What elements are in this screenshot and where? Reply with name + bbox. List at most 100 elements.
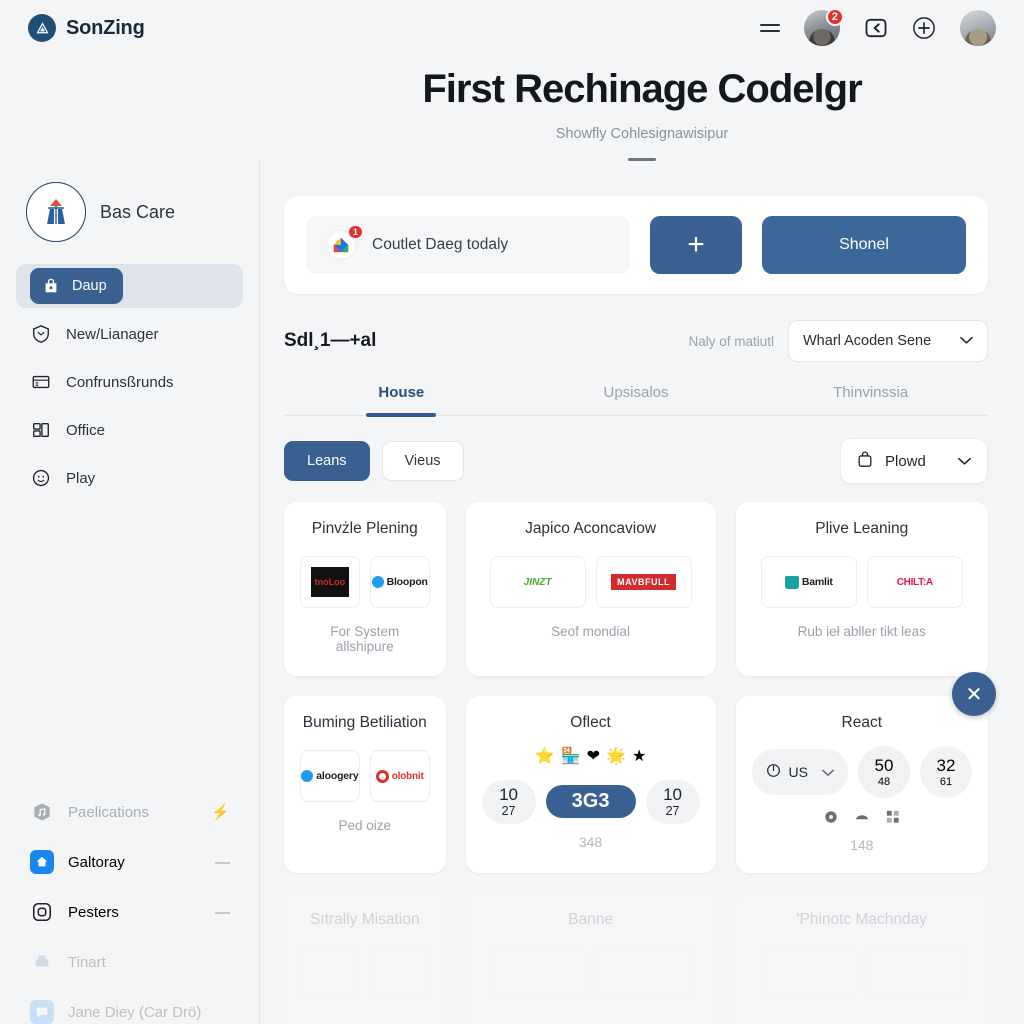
card-phinotc-machnday[interactable]: 'Phinotc Machnday	[735, 893, 988, 1024]
sidebar-item-daup-pill: Daup	[30, 268, 123, 304]
hero: First Rechinage Codelgr Showfly Cohlesig…	[260, 66, 1024, 161]
card-react[interactable]: React US 50 48 32 61 148	[735, 696, 988, 873]
card-footer: Seof mondial	[551, 624, 630, 639]
acoden-sene-select[interactable]: Wharl Acoden Sene	[788, 320, 988, 362]
select-value: Wharl Acoden Sene	[803, 333, 932, 349]
tab-thinvinssia[interactable]: Thinvinssia	[753, 384, 988, 415]
logo-text: Bloopon	[386, 576, 428, 588]
pill-value: 10	[663, 785, 682, 804]
hamburger-menu-icon[interactable]	[760, 24, 780, 32]
chat-icon	[30, 1000, 54, 1024]
search-input[interactable]: 1 Coutlet Daeg todaly	[306, 216, 630, 274]
donut-icon[interactable]	[824, 810, 838, 827]
sidebar-item-play[interactable]: Play	[16, 456, 243, 500]
card-banne[interactable]: Banne	[465, 893, 716, 1024]
workspace-switcher[interactable]: Bas Care	[16, 182, 243, 242]
window-panel-icon	[30, 371, 52, 393]
card-logos	[482, 947, 700, 999]
collapse-panel-icon[interactable]	[864, 16, 888, 40]
home-blue-icon	[30, 850, 54, 874]
card-sitrally-misation[interactable]: Sıtrally Misation	[284, 893, 446, 1024]
card-title: 'Phinotc Machnday	[796, 911, 928, 928]
card-oflect[interactable]: Oflect ⭐ 🏪 ❤ 🌟 ★ 10 27 3G3 10 27 348	[465, 696, 716, 873]
card-logos	[300, 947, 430, 999]
notifications-avatar[interactable]: 2	[804, 8, 844, 46]
lock-bag-icon	[40, 275, 62, 297]
stat-circle-1[interactable]: 50 48	[858, 746, 910, 798]
logo-text: JINZT	[523, 576, 552, 588]
chiltra-logo: CHILT:A	[866, 556, 963, 608]
star-icon-4: 🌟	[606, 748, 626, 765]
logo-text: CHILT:A	[896, 576, 933, 588]
shonel-button[interactable]: Shonel	[762, 216, 966, 274]
bridge-crest-logo-icon	[26, 182, 86, 242]
sidebar-item-label: Pesters	[68, 903, 119, 921]
star-icon-5: ★	[631, 748, 647, 765]
section-header: Sdl¸1—+al Naly of matiutl Wharl Acoden S…	[284, 320, 988, 362]
rating-pills: 10 27 3G3 10 27	[481, 780, 700, 824]
sidebar-item-label: Tinart	[68, 953, 106, 971]
sidebar-item-label: New/Lianager	[66, 325, 159, 343]
tab-house[interactable]: House	[284, 384, 519, 415]
sidebar-item-new-lianager[interactable]: New/Lianager	[16, 312, 243, 356]
card-footer: Rub ieł abller tikt leas	[797, 624, 926, 639]
sidebar-item-label: Office	[66, 421, 105, 439]
workspace-name: Bas Care	[100, 201, 176, 222]
filter-chip-vieus[interactable]: Vieus	[381, 441, 464, 481]
pill-right[interactable]: 10 27	[645, 780, 700, 824]
sidebar-item-label: Daup	[72, 278, 107, 294]
sidebar-item-confrunsbrunds[interactable]: Confrunsßrunds	[16, 360, 243, 404]
dark-square-logo: tnoLoo	[300, 556, 360, 608]
add-button[interactable]: +	[650, 216, 742, 274]
minus-icon: —	[215, 853, 230, 871]
plus-circle-icon[interactable]	[912, 16, 936, 40]
sidebar-item-label: Play	[66, 469, 96, 487]
sidebar-item-tinart[interactable]: Tinart	[16, 940, 244, 984]
plowd-dropdown[interactable]: Plowd	[840, 438, 988, 484]
app-root: SonZing 2 First Rechinage Codelgr Showfl…	[0, 0, 1024, 1024]
star-icon-1: ⭐	[534, 748, 555, 765]
stat-circle-2[interactable]: 32 61	[920, 746, 972, 798]
card-logos: JINZT MAVBFULL	[482, 556, 700, 608]
card-plive-leaning[interactable]: Plive Leaning Bamlit CHILT:A Rub ieł abl…	[735, 502, 988, 676]
hex-music-icon	[30, 800, 54, 824]
pill-left[interactable]: 10 27	[481, 780, 536, 824]
search-value: Coutlet Daeg todaly	[372, 236, 509, 253]
card-logos: aloogery olobnit	[300, 750, 430, 802]
pill-sub: 27	[501, 803, 516, 818]
sidebar-item-label: Confrunsßrunds	[66, 373, 174, 391]
card-title: Sıtrally Misation	[310, 911, 420, 928]
react-stats: US 50 48 32 61	[751, 746, 972, 798]
pill-center[interactable]: 3G3	[545, 785, 636, 819]
printer-icon	[30, 950, 54, 974]
close-floating-button[interactable]: ✕	[952, 672, 996, 716]
sidebar-item-jane-diey[interactable]: Jane Diey (Car Drö)	[16, 990, 244, 1024]
sidebar-item-galtoray[interactable]: Galtoray —	[16, 840, 244, 884]
sidebar-item-office[interactable]: Office	[16, 408, 243, 452]
user-avatar-secondary[interactable]	[960, 10, 996, 46]
mouse-icon[interactable]	[854, 811, 870, 826]
card-buming-betiliation[interactable]: Buming Betiliation aloogery olobnit Ped …	[284, 696, 446, 873]
card-logos: tnoLoo Bloopon	[300, 556, 430, 608]
card-japico-aconcaviow[interactable]: Japico Aconcaviow JINZT MAVBFULL Seof mo…	[465, 502, 716, 676]
stat-value: 32	[936, 756, 956, 775]
smiley-circle-icon	[30, 467, 52, 489]
region-select[interactable]: US	[751, 749, 848, 795]
card-title: Plive Leaning	[815, 520, 909, 537]
brand[interactable]: SonZing	[28, 14, 145, 42]
olobnit-logo: olobnit	[369, 750, 430, 802]
sidebar-item-pesters[interactable]: Pesters —	[16, 890, 244, 934]
filter-bar: Leans Vieus Plowd	[284, 438, 988, 484]
filter-chip-leans[interactable]: Leans	[284, 441, 370, 481]
logo-text: tnoLoo	[310, 567, 349, 597]
region-label: US	[788, 764, 808, 780]
sidebar-nav: Daup New/Lianager Confrunsßrunds Office …	[16, 264, 243, 500]
rating-stars[interactable]: ⭐ 🏪 ❤ 🌟 ★	[482, 746, 700, 766]
grid-icon[interactable]	[886, 810, 900, 827]
sidebar-item-daup[interactable]: Daup	[16, 264, 243, 308]
header-actions: 2	[760, 8, 996, 46]
logo-text: MAVBFULL	[611, 574, 676, 590]
sidebar-item-paelications[interactable]: Paelications ⚡	[16, 790, 244, 834]
card-pinvle-plening[interactable]: Pinvżle Plening tnoLoo Bloopon For Syste…	[284, 502, 446, 676]
tab-upsisalos[interactable]: Upsisalos	[519, 384, 754, 415]
